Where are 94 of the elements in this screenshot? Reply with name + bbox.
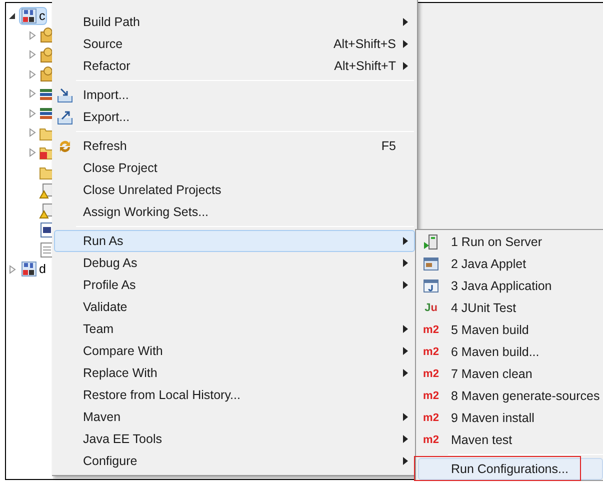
submenu-item-label: Run Configurations... bbox=[451, 460, 568, 478]
collapsed-arrow-icon[interactable] bbox=[29, 128, 36, 138]
expanded-arrow-icon[interactable] bbox=[9, 12, 16, 20]
menu-item[interactable]: Source Alt+Shift+S bbox=[54, 33, 415, 55]
menu-item-label: Run As bbox=[83, 232, 124, 250]
menu-item-label: Refresh bbox=[83, 138, 128, 155]
submenu-item-label: 2 Java Applet bbox=[451, 256, 526, 273]
menu-item[interactable]: Validate bbox=[54, 296, 415, 318]
menu-item-label: Profile As bbox=[83, 276, 137, 294]
tree-item-label: c bbox=[39, 10, 46, 22]
submenu-item[interactable]: m2 Maven test bbox=[418, 429, 603, 451]
tree-item[interactable]: d bbox=[19, 260, 48, 278]
maven-icon: m2 bbox=[423, 434, 439, 446]
menu-item-label: Configure bbox=[83, 452, 138, 470]
menu-item[interactable]: Debug As bbox=[54, 252, 415, 274]
menu-item[interactable]: Compare With bbox=[54, 340, 415, 362]
menu-item[interactable]: Refactor Alt+Shift+T bbox=[54, 55, 415, 77]
menu-item-label: Compare With bbox=[83, 342, 164, 360]
menu-item[interactable]: Java EE Tools bbox=[54, 428, 415, 450]
menu-item-label: Maven bbox=[83, 408, 122, 426]
menu-item[interactable]: Restore from Local History... bbox=[54, 384, 415, 406]
menu-item[interactable]: Maven bbox=[54, 406, 415, 428]
submenu-item-label: 8 Maven generate-sources bbox=[451, 388, 600, 405]
import-icon bbox=[57, 87, 73, 103]
submenu-item-label: 5 Maven build bbox=[451, 322, 529, 339]
menu-item-label: Refactor bbox=[83, 58, 132, 75]
submenu-item[interactable]: m2 8 Maven generate-sources bbox=[418, 385, 603, 407]
menu-item[interactable]: Close Project bbox=[54, 157, 415, 179]
submenu-item[interactable]: Run Configurations... bbox=[418, 458, 603, 480]
shortcut-label: Alt+Shift+T bbox=[334, 58, 396, 75]
maven-icon: m2 bbox=[423, 324, 439, 336]
submenu-item[interactable]: 3 Java Application bbox=[418, 275, 603, 297]
submenu-item[interactable]: Ju 4 JUnit Test bbox=[418, 297, 603, 319]
menu-item[interactable]: Close Unrelated Projects bbox=[54, 179, 415, 201]
menu-item[interactable]: Export... bbox=[54, 106, 415, 128]
menu-item-label: Source bbox=[83, 36, 124, 53]
menu-item-label: Java EE Tools bbox=[83, 430, 163, 448]
menu-item[interactable]: Refresh F5 bbox=[54, 135, 415, 157]
maven-icon: m2 bbox=[423, 346, 439, 358]
collapsed-arrow-icon[interactable] bbox=[29, 89, 36, 98]
menu-item-label: Debug As bbox=[83, 254, 138, 272]
collapsed-arrow-icon[interactable] bbox=[29, 148, 36, 157]
menu-item[interactable]: Team bbox=[54, 318, 415, 340]
submenu-item[interactable]: 1 Run on Server bbox=[418, 231, 603, 253]
maven-icon: m2 bbox=[423, 412, 439, 424]
collapsed-arrow-icon[interactable] bbox=[9, 264, 16, 274]
menu-item-label: Assign Working Sets... bbox=[83, 204, 210, 221]
refresh-icon bbox=[57, 138, 73, 154]
submenu-item[interactable]: m2 5 Maven build bbox=[418, 319, 603, 341]
project-icon bbox=[21, 8, 37, 24]
menu-item-label: Validate bbox=[83, 298, 128, 316]
books-icon bbox=[39, 105, 55, 122]
submenu-item-label: 4 JUnit Test bbox=[451, 300, 516, 317]
server-icon bbox=[423, 234, 439, 250]
menu-item[interactable]: Configure bbox=[54, 450, 415, 472]
export-icon bbox=[57, 109, 73, 125]
submenu-item-label: Maven test bbox=[451, 432, 512, 449]
collapsed-arrow-icon[interactable] bbox=[29, 70, 36, 79]
menu-item-label: Import... bbox=[83, 86, 130, 104]
menu-item-label: Replace With bbox=[83, 364, 158, 382]
maven-icon: m2 bbox=[423, 390, 439, 402]
shortcut-label: F5 bbox=[381, 138, 396, 155]
shortcut-label: Alt+Shift+S bbox=[333, 36, 396, 53]
menu-item-label: Close Unrelated Projects bbox=[83, 182, 222, 199]
menu-item[interactable]: Profile As bbox=[54, 274, 415, 296]
menu-item[interactable]: Run As bbox=[54, 230, 415, 252]
application-icon bbox=[423, 278, 439, 294]
submenu-item-label: 6 Maven build... bbox=[451, 344, 540, 361]
menu-item-label: Close Project bbox=[83, 160, 158, 177]
menu-item-label: Team bbox=[83, 320, 115, 338]
tree-item-label: d bbox=[39, 263, 46, 276]
menu-item[interactable]: Build Path bbox=[54, 11, 415, 33]
menu-item[interactable]: Assign Working Sets... bbox=[54, 201, 415, 223]
menu-item-label: Build Path bbox=[83, 14, 141, 31]
submenu-item-label: 1 Run on Server bbox=[451, 234, 542, 251]
collapsed-arrow-icon[interactable] bbox=[29, 108, 36, 118]
submenu-item[interactable]: m2 6 Maven build... bbox=[418, 341, 603, 363]
junit-icon: Ju bbox=[424, 302, 438, 314]
tree-item[interactable]: c bbox=[19, 6, 48, 25]
menu-item[interactable]: Replace With bbox=[54, 362, 415, 384]
submenu-item-label: 9 Maven install bbox=[451, 410, 534, 427]
collapsed-arrow-icon[interactable] bbox=[29, 30, 36, 40]
applet-icon bbox=[423, 256, 439, 272]
menu-item-label: Export... bbox=[83, 108, 131, 126]
submenu-item[interactable]: 2 Java Applet bbox=[418, 253, 603, 275]
submenu-item-label: 7 Maven clean bbox=[451, 366, 532, 383]
submenu-item-label: 3 Java Application bbox=[451, 278, 552, 295]
submenu-item[interactable]: m2 9 Maven install bbox=[418, 407, 603, 429]
menu-item[interactable]: Import... bbox=[54, 84, 415, 106]
project-icon bbox=[21, 261, 37, 278]
collapsed-arrow-icon[interactable] bbox=[29, 50, 36, 60]
menu-item-label: Restore from Local History... bbox=[83, 386, 242, 404]
maven-icon: m2 bbox=[423, 368, 439, 380]
submenu-item[interactable]: m2 7 Maven clean bbox=[418, 363, 603, 385]
